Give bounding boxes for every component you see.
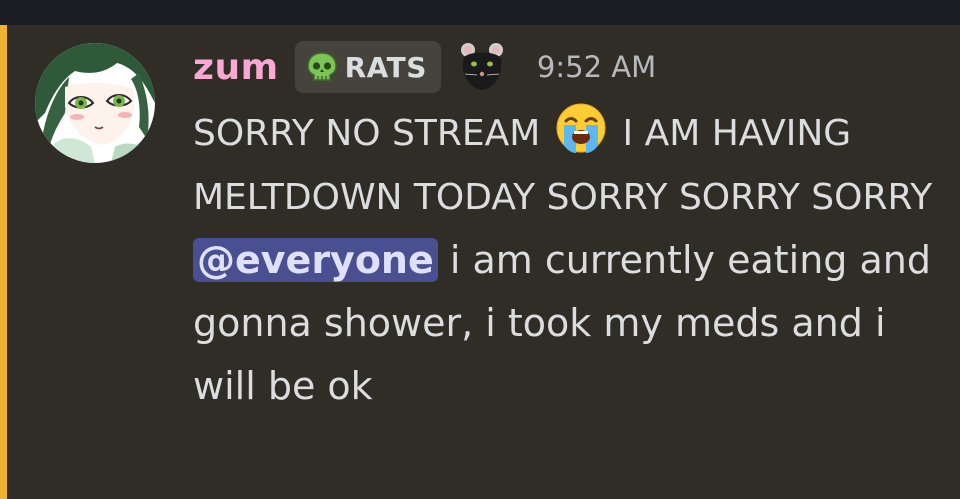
chat-message: zum RATS 9:52 AM SORRY NO STREAM I AM HA… [0,25,960,499]
role-label: RATS [344,50,427,84]
green-skull-icon [305,50,339,84]
message-header: zum RATS 9:52 AM [193,39,656,95]
message-content: SORRY NO STREAM I AM HAVING MELTDOWN TOD… [193,101,933,418]
message-text-part1: SORRY NO STREAM [193,113,541,154]
role-tag[interactable]: RATS [294,41,441,93]
rat-icon [455,40,509,94]
avatar[interactable] [35,43,155,163]
everyone-mention[interactable]: @everyone [193,238,438,282]
top-bar [0,0,960,25]
mention-highlight-bar [0,25,7,499]
username[interactable]: zum [193,47,279,88]
timestamp[interactable]: 9:52 AM [537,50,656,84]
loudly-crying-face-emoji[interactable] [554,101,608,155]
